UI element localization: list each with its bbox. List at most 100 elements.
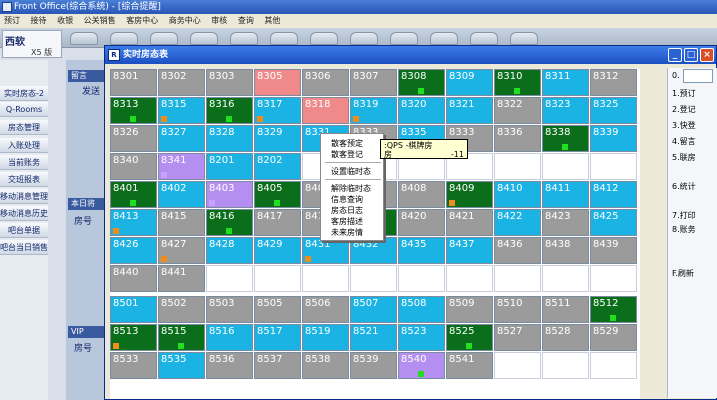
room-cell[interactable]: 8535 xyxy=(158,352,205,379)
room-cell[interactable]: 8340 xyxy=(110,153,157,180)
room-cell[interactable]: 8307 xyxy=(350,69,397,96)
menu-item[interactable]: 其他 xyxy=(264,16,280,25)
toolbar-button[interactable] xyxy=(510,32,538,45)
room-cell[interactable]: 8336 xyxy=(494,125,541,152)
room-cell[interactable]: 8425 xyxy=(590,209,637,236)
room-cell[interactable]: 8317 xyxy=(254,97,301,124)
room-cell[interactable]: 8539 xyxy=(350,352,397,379)
room-cell[interactable]: 8428 xyxy=(206,237,253,264)
sidebar-item-bar-receipts[interactable]: 吧台单据 xyxy=(0,223,48,238)
room-cell[interactable]: 8525 xyxy=(446,324,493,351)
room-cell[interactable]: 8422 xyxy=(494,209,541,236)
toolbar-button[interactable] xyxy=(270,32,298,45)
room-cell[interactable]: 8528 xyxy=(542,324,589,351)
room-cell[interactable]: 8327 xyxy=(158,125,205,152)
room-cell[interactable]: 8440 xyxy=(110,265,157,292)
room-cell[interactable]: 8439 xyxy=(590,237,637,264)
room-cell[interactable]: 8523 xyxy=(398,324,445,351)
toolbar-button[interactable] xyxy=(470,32,498,45)
room-cell[interactable]: 8303 xyxy=(206,69,253,96)
context-menu-item[interactable]: 设置临时态 xyxy=(331,166,371,177)
room-cell[interactable]: 8312 xyxy=(590,69,637,96)
sidebar-item-shift-report[interactable]: 交班报表 xyxy=(0,172,48,187)
toolbar-button[interactable] xyxy=(430,32,458,45)
room-cell[interactable]: 8403 xyxy=(206,181,253,208)
maximize-button[interactable]: □ xyxy=(684,48,698,62)
menu-item[interactable]: 收银 xyxy=(57,16,73,25)
room-cell[interactable]: 8322 xyxy=(494,97,541,124)
room-cell[interactable]: 8435 xyxy=(398,237,445,264)
room-cell[interactable]: 8510 xyxy=(494,296,541,323)
context-menu-item[interactable]: 房态日志 xyxy=(331,205,363,216)
room-cell[interactable]: 8538 xyxy=(302,352,349,379)
room-cell[interactable]: 8503 xyxy=(206,296,253,323)
room-cell[interactable]: 8512 xyxy=(590,296,637,323)
room-cell[interactable]: 8413 xyxy=(110,209,157,236)
dialog-title-bar[interactable]: R 实时房态表 _ □ × xyxy=(105,46,716,64)
toolbar-button[interactable] xyxy=(230,32,258,45)
quick-checkin-action[interactable]: 3.快登 xyxy=(672,120,696,131)
room-cell[interactable]: 8508 xyxy=(398,296,445,323)
room-cell[interactable]: 8521 xyxy=(350,324,397,351)
room-cell[interactable]: 8515 xyxy=(158,324,205,351)
room-cell[interactable]: 8527 xyxy=(494,324,541,351)
checkin-action[interactable]: 2.登记 xyxy=(672,104,696,115)
room-cell[interactable]: 8306 xyxy=(302,69,349,96)
refresh-action[interactable]: F.刷新 xyxy=(672,268,694,279)
room-input[interactable] xyxy=(683,69,713,83)
sidebar-item-bar-sales[interactable]: 吧台当日销售 xyxy=(0,240,48,255)
menu-item[interactable]: 预订 xyxy=(4,16,20,25)
statistics-action[interactable]: 6.统计 xyxy=(672,181,696,192)
menu-item[interactable]: 公关销售 xyxy=(84,16,116,25)
reserve-action[interactable]: 1.预订 xyxy=(672,88,696,99)
menu-item[interactable]: 审核 xyxy=(211,16,227,25)
sidebar-item-accounts[interactable]: 当前账务 xyxy=(0,155,48,170)
toolbar-button[interactable] xyxy=(390,32,418,45)
room-cell[interactable]: 8509 xyxy=(446,296,493,323)
room-cell[interactable]: 8423 xyxy=(542,209,589,236)
link-rooms-action[interactable]: 5.联房 xyxy=(672,152,696,163)
minimize-button[interactable]: _ xyxy=(668,48,682,62)
sidebar-item-q-rooms[interactable]: Q-Rooms xyxy=(0,102,48,117)
room-cell[interactable]: 8302 xyxy=(158,69,205,96)
room-cell[interactable]: 8320 xyxy=(398,97,445,124)
print-action[interactable]: 7.打印 xyxy=(672,210,696,221)
room-cell[interactable]: 8513 xyxy=(110,324,157,351)
billing-action[interactable]: 8.账务 xyxy=(672,224,696,235)
room-cell[interactable]: 8417 xyxy=(254,209,301,236)
room-cell[interactable]: 8321 xyxy=(446,97,493,124)
context-menu-item[interactable]: 未来房情 xyxy=(331,227,363,238)
room-cell[interactable]: 8315 xyxy=(158,97,205,124)
send-label[interactable]: 发送 xyxy=(82,84,100,97)
sidebar-item-message-history[interactable]: 移动消息历史 xyxy=(0,206,48,221)
room-cell[interactable]: 8325 xyxy=(590,97,637,124)
message-action[interactable]: 4.留言 xyxy=(672,136,696,147)
room-cell[interactable]: 8438 xyxy=(542,237,589,264)
room-cell[interactable]: 8328 xyxy=(206,125,253,152)
room-cell[interactable]: 8533 xyxy=(110,352,157,379)
room-cell[interactable]: 8420 xyxy=(398,209,445,236)
room-cell[interactable]: 8506 xyxy=(302,296,349,323)
room-cell[interactable]: 8329 xyxy=(254,125,301,152)
room-cell[interactable]: 8516 xyxy=(206,324,253,351)
toolbar-button[interactable] xyxy=(110,32,138,45)
room-cell[interactable]: 8313 xyxy=(110,97,157,124)
context-menu-item[interactable]: 客房描述 xyxy=(331,216,363,227)
sidebar-item-realtime-status[interactable]: 实时房态-2 xyxy=(0,86,48,101)
room-cell[interactable]: 8410 xyxy=(494,181,541,208)
toolbar-button[interactable] xyxy=(350,32,378,45)
room-cell[interactable]: 8507 xyxy=(350,296,397,323)
close-button[interactable]: × xyxy=(700,48,714,62)
context-menu-item[interactable]: 信息查询 xyxy=(331,194,363,205)
room-cell[interactable]: 8511 xyxy=(542,296,589,323)
room-cell[interactable]: 8305 xyxy=(254,69,301,96)
room-cell[interactable]: 8436 xyxy=(494,237,541,264)
room-cell[interactable]: 8310 xyxy=(494,69,541,96)
room-cell[interactable]: 8519 xyxy=(302,324,349,351)
room-cell[interactable]: 8441 xyxy=(158,265,205,292)
room-cell[interactable]: 8502 xyxy=(158,296,205,323)
room-cell[interactable]: 8316 xyxy=(206,97,253,124)
room-cell[interactable]: 8540 xyxy=(398,352,445,379)
sidebar-item-mobile-messages[interactable]: 移动消息管理 xyxy=(0,189,48,204)
room-cell[interactable]: 8536 xyxy=(206,352,253,379)
